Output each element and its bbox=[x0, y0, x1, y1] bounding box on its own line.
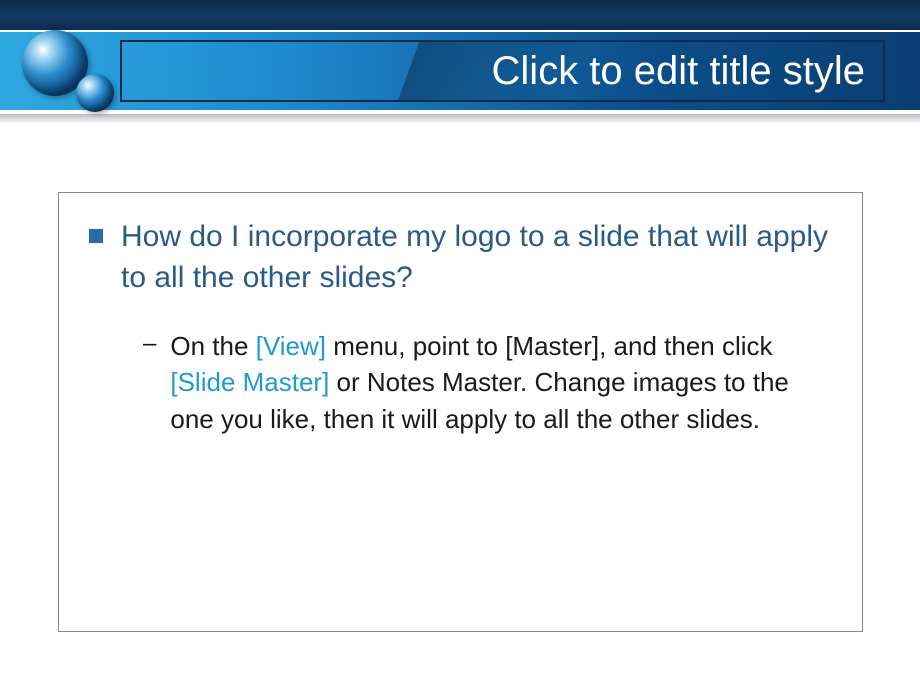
header-shadow bbox=[0, 114, 920, 124]
content-placeholder[interactable]: How do I incorporate my logo to a slide … bbox=[58, 192, 863, 632]
bullet-square-icon bbox=[89, 229, 103, 243]
bullet-question: How do I incorporate my logo to a slide … bbox=[121, 217, 832, 298]
slide-master-link: [Slide Master] bbox=[170, 367, 329, 397]
dash-icon: – bbox=[143, 330, 156, 358]
bullet-item: How do I incorporate my logo to a slide … bbox=[89, 217, 832, 298]
title-placeholder[interactable]: Click to edit title style bbox=[120, 40, 885, 102]
slide-title: Click to edit title style bbox=[492, 49, 865, 94]
logo-globes bbox=[10, 24, 120, 114]
globe-small-icon bbox=[76, 74, 114, 112]
answer-part1: On the bbox=[170, 331, 255, 361]
answer-part2: menu, point to [Master], and then click bbox=[326, 331, 773, 361]
view-menu-link: [View] bbox=[256, 331, 326, 361]
top-strip bbox=[0, 0, 920, 32]
sub-bullet-item: – On the [View] menu, point to [Master],… bbox=[143, 328, 832, 437]
sub-bullet-text: On the [View] menu, point to [Master], a… bbox=[170, 328, 832, 437]
